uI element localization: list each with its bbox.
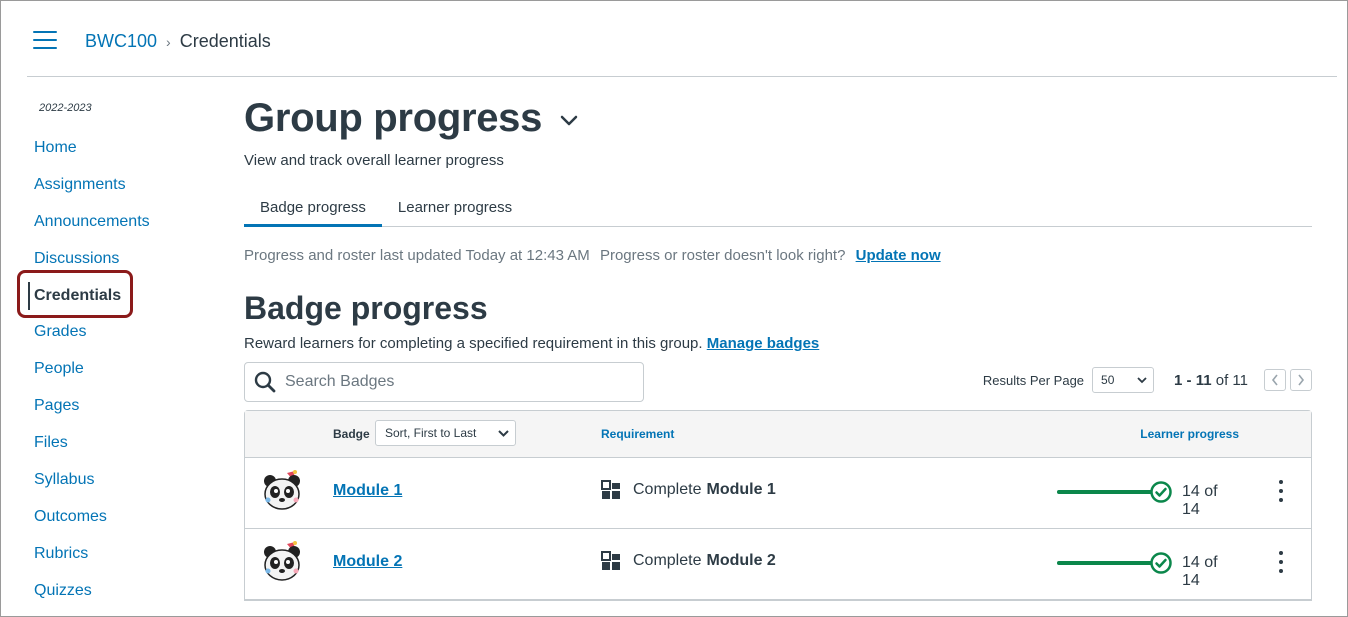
check-circle-icon xyxy=(1150,481,1172,503)
progress-count: 14 of 14 xyxy=(1182,554,1218,589)
section-description: Reward learners for completing a specifi… xyxy=(244,335,1312,352)
sidebar-item-quizzes[interactable]: Quizzes xyxy=(34,581,150,616)
chevron-right-icon xyxy=(1298,374,1305,386)
progress-fill xyxy=(1057,561,1161,565)
results-total: of 11 xyxy=(1215,371,1248,389)
tab-badge-progress[interactable]: Badge progress xyxy=(244,191,382,227)
sidebar-item-files[interactable]: Files xyxy=(34,433,150,470)
breadcrumb-course-link[interactable]: BWC100 xyxy=(85,31,157,52)
sidebar-item-rubrics[interactable]: Rubrics xyxy=(34,544,150,581)
update-now-link[interactable]: Update now xyxy=(856,247,941,264)
page-subtitle: View and track overall learner progress xyxy=(244,152,504,169)
table-controls: Results Per Page 50 1 - 11 of 11 xyxy=(244,362,1312,402)
chevron-left-icon xyxy=(1271,374,1278,386)
results-range-value: 1 - 11 xyxy=(1174,371,1212,389)
table-row: Module 2 Complete Module 2 14 of 14 xyxy=(245,529,1311,600)
last-updated-text: Progress and roster last updated Today a… xyxy=(244,247,590,264)
chevron-down-icon xyxy=(498,429,509,437)
column-header-badge: Badge xyxy=(333,427,370,441)
main-content: Group progress View and track overall le… xyxy=(244,91,1312,601)
module-icon xyxy=(601,551,620,570)
term-label: 2022-2023 xyxy=(39,102,92,114)
panda-badge-icon xyxy=(264,470,300,510)
results-per-page-label: Results Per Page xyxy=(982,372,1085,388)
section-title: Badge progress xyxy=(244,290,488,326)
tab-list: Badge progress Learner progress xyxy=(244,191,1312,227)
search-input[interactable] xyxy=(285,373,625,391)
requirement-prefix: Complete xyxy=(633,481,702,498)
page-title: Group progress xyxy=(244,96,543,140)
requirement-target: Module 2 xyxy=(706,552,776,569)
badge-link[interactable]: Module 2 xyxy=(333,553,402,571)
sidebar-item-assignments[interactable]: Assignments xyxy=(34,175,150,212)
results-per-page-select[interactable]: 50 xyxy=(1092,367,1155,393)
more-options-icon[interactable] xyxy=(1279,480,1285,507)
column-header-requirement[interactable]: Requirement xyxy=(601,427,674,441)
hamburger-menu-icon[interactable] xyxy=(33,31,57,51)
roster-question-text: Progress or roster doesn't look right? xyxy=(599,247,846,264)
results-range: 1 - 11 of 11 xyxy=(1174,372,1248,389)
table-header: Badge Sort, First to Last Requirement Le… xyxy=(245,411,1311,458)
requirement-cell: Complete Module 2 xyxy=(601,551,776,571)
pager xyxy=(1264,369,1312,391)
sort-select[interactable]: Sort, First to Last xyxy=(375,420,516,446)
results-per-page-value: 50 xyxy=(1101,373,1115,387)
progress-count: 14 of 14 xyxy=(1182,483,1218,518)
progress-fill xyxy=(1057,490,1161,494)
more-options-icon[interactable] xyxy=(1279,551,1285,578)
pagination-controls: Results Per Page 50 1 - 11 of 11 xyxy=(983,367,1312,393)
title-row: Group progress xyxy=(244,91,1312,146)
section-description-text: Reward learners for completing a specifi… xyxy=(244,335,703,352)
check-circle-icon xyxy=(1150,552,1172,574)
next-page-button[interactable] xyxy=(1290,369,1312,391)
sidebar-item-home[interactable]: Home xyxy=(34,138,150,175)
requirement-prefix: Complete xyxy=(633,552,702,569)
tab-learner-progress[interactable]: Learner progress xyxy=(382,191,528,227)
progress-track xyxy=(1057,561,1161,565)
chevron-down-icon[interactable] xyxy=(560,115,578,127)
table-row: Module 1 Complete Module 1 14 of 14 xyxy=(245,458,1311,529)
progress-meter: 14 of 14 xyxy=(1057,478,1237,518)
badge-table: Badge Sort, First to Last Requirement Le… xyxy=(244,410,1312,601)
status-line: Progress and roster last updated Today a… xyxy=(244,247,1312,264)
breadcrumb: BWC100 › Credentials xyxy=(85,31,271,52)
breadcrumb-current: Credentials xyxy=(179,31,271,51)
progress-meter: 14 of 14 xyxy=(1057,549,1237,589)
top-bar: BWC100 › Credentials xyxy=(27,1,1337,77)
sidebar-item-outcomes[interactable]: Outcomes xyxy=(34,507,150,544)
module-icon xyxy=(601,480,620,499)
breadcrumb-separator-icon: › xyxy=(166,33,171,50)
search-icon xyxy=(254,371,276,393)
sidebar-item-grades[interactable]: Grades xyxy=(34,322,150,359)
chevron-down-icon xyxy=(1137,376,1147,383)
progress-track xyxy=(1057,490,1161,494)
previous-page-button[interactable] xyxy=(1264,369,1286,391)
sidebar-item-people[interactable]: People xyxy=(34,359,150,396)
badge-link[interactable]: Module 1 xyxy=(333,482,402,500)
sidebar-item-pages[interactable]: Pages xyxy=(34,396,150,433)
course-nav: Home Assignments Announcements Discussio… xyxy=(28,138,150,616)
requirement-cell: Complete Module 1 xyxy=(601,480,776,500)
column-header-learner-progress[interactable]: Learner progress xyxy=(1140,427,1239,441)
search-box xyxy=(244,362,644,402)
sidebar-item-announcements[interactable]: Announcements xyxy=(34,212,150,249)
callout-highlight-box xyxy=(17,270,133,318)
sidebar-item-syllabus[interactable]: Syllabus xyxy=(34,470,150,507)
app-window: BWC100 › Credentials 2022-2023 Home Assi… xyxy=(0,0,1348,617)
requirement-target: Module 1 xyxy=(706,481,776,498)
panda-badge-icon xyxy=(264,541,300,581)
sort-select-value: Sort, First to Last xyxy=(385,426,477,440)
manage-badges-link[interactable]: Manage badges xyxy=(707,335,820,352)
